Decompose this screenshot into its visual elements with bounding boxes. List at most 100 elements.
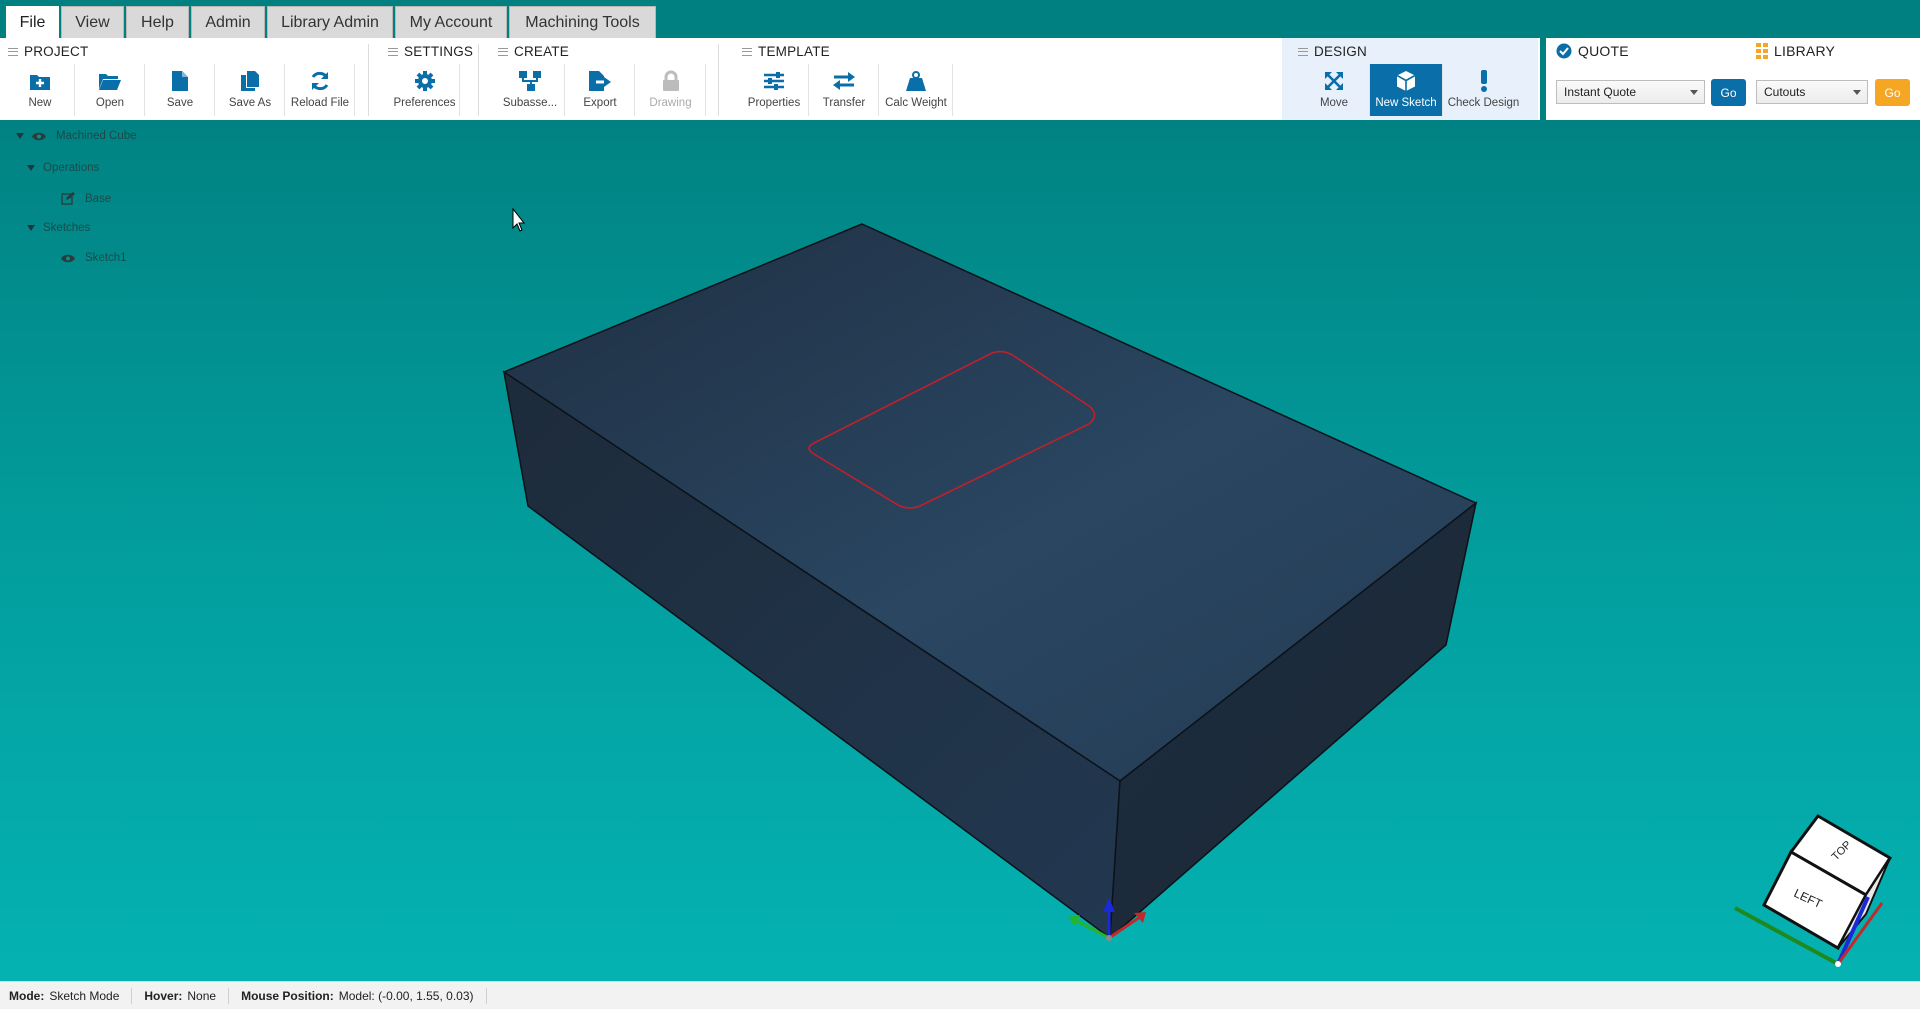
- move-label: Move: [1319, 97, 1349, 109]
- refresh-icon: [309, 70, 331, 92]
- calc-weight-button[interactable]: Calc Weight: [880, 64, 953, 116]
- status-mode: Mode: Sketch Mode: [9, 987, 133, 1004]
- menu-grip-icon[interactable]: [1298, 47, 1308, 56]
- tab-my-account[interactable]: My Account: [395, 6, 507, 38]
- tree-item-label: Operations: [43, 162, 100, 174]
- drawing-label: Drawing: [649, 97, 692, 109]
- create-title: CREATE: [514, 44, 569, 59]
- tree-item-operations[interactable]: Operations: [27, 162, 99, 174]
- tree-item-label: Sketch1: [85, 252, 127, 264]
- ribbon-toolbar: PROJECT New Open Save Save As Reload Fil…: [0, 38, 1920, 120]
- new-folder-icon: [29, 70, 51, 92]
- library-category-select[interactable]: Cutouts: [1756, 80, 1868, 104]
- preferences-button[interactable]: Preferences: [390, 64, 460, 116]
- eye-icon[interactable]: [32, 132, 46, 141]
- design-title: DESIGN: [1314, 44, 1367, 59]
- open-button[interactable]: Open: [76, 64, 145, 116]
- status-hover-value: None: [187, 988, 217, 1003]
- settings-group-title: SETTINGS: [388, 44, 473, 59]
- tree-item-sketch1[interactable]: Sketch1: [61, 252, 127, 264]
- design-group-title: DESIGN: [1298, 44, 1367, 59]
- tab-library-admin[interactable]: Library Admin: [267, 6, 393, 38]
- reload-file-button[interactable]: Reload File: [286, 64, 355, 116]
- status-mouse-position: Mouse Position: Model: (-0.00, 1.55, 0.03…: [241, 987, 487, 1004]
- status-mouse-value: Model: (-0.00, 1.55, 0.03): [338, 988, 474, 1003]
- tree-item-label: Machined Cube: [56, 130, 137, 142]
- eye-icon[interactable]: [61, 254, 75, 263]
- expand-triangle-icon[interactable]: [27, 225, 35, 231]
- view-cube[interactable]: TOP LEFT: [1734, 814, 1893, 967]
- tree-item-label: Base: [85, 192, 112, 205]
- transfer-label: Transfer: [822, 97, 866, 109]
- menu-grip-icon[interactable]: [742, 47, 752, 56]
- sliders-icon: [763, 70, 785, 92]
- open-folder-icon: [98, 70, 122, 92]
- library-group-title: LIBRARY: [1756, 43, 1835, 59]
- tab-view[interactable]: View: [61, 6, 124, 38]
- new-button[interactable]: New: [6, 64, 75, 116]
- tree-item-sketches[interactable]: Sketches: [27, 222, 90, 234]
- library-category-value: Cutouts: [1764, 85, 1806, 99]
- copy-file-icon: [240, 70, 260, 92]
- tab-admin[interactable]: Admin: [191, 6, 265, 38]
- chevron-down-icon: [1853, 90, 1861, 95]
- create-group-title: CREATE: [498, 44, 569, 59]
- status-hover-label: Hover:: [144, 988, 183, 1003]
- gear-icon: [414, 70, 436, 92]
- status-mode-value: Sketch Mode: [49, 988, 120, 1003]
- check-circle-icon: [1556, 43, 1572, 59]
- library-title: LIBRARY: [1774, 43, 1836, 59]
- quote-go-button[interactable]: Go: [1711, 79, 1746, 106]
- preferences-label: Preferences: [393, 97, 456, 109]
- export-icon: [588, 70, 612, 92]
- subassembly-label: Subasse...: [502, 97, 558, 109]
- menu-grip-icon[interactable]: [8, 47, 18, 56]
- chevron-down-icon: [1690, 90, 1698, 95]
- quote-type-value: Instant Quote: [1564, 85, 1637, 99]
- export-label: Export: [583, 97, 617, 109]
- save-as-button[interactable]: Save As: [216, 64, 285, 116]
- quote-type-select[interactable]: Instant Quote: [1556, 80, 1705, 104]
- model-scene[interactable]: TOP LEFT: [0, 120, 1920, 981]
- quote-group-title: QUOTE: [1556, 43, 1629, 59]
- tab-file[interactable]: File: [6, 6, 59, 39]
- subassembly-button[interactable]: Subasse...: [496, 64, 565, 116]
- move-button[interactable]: Move: [1299, 64, 1370, 116]
- menu-grip-icon[interactable]: [388, 47, 398, 56]
- menu-grip-icon[interactable]: [498, 47, 508, 56]
- template-group-title: TEMPLATE: [742, 44, 830, 59]
- new-sketch-button[interactable]: New Sketch: [1370, 64, 1443, 116]
- 3d-viewport[interactable]: TOP LEFT Machined Cube Operations Base S…: [0, 120, 1920, 981]
- expand-triangle-icon[interactable]: [27, 165, 35, 171]
- save-label: Save: [166, 97, 194, 109]
- file-icon: [171, 70, 189, 92]
- expand-triangle-icon[interactable]: [16, 133, 24, 139]
- transfer-button[interactable]: Transfer: [810, 64, 879, 116]
- status-mode-label: Mode:: [9, 988, 45, 1003]
- quote-title: QUOTE: [1578, 43, 1629, 59]
- tree-item-label: Sketches: [43, 222, 91, 234]
- exclamation-icon: [1480, 70, 1488, 92]
- menu-tab-bar: File View Help Admin Library Admin My Ac…: [0, 0, 1920, 39]
- ribbon-divider: [1540, 38, 1546, 120]
- tab-machining-tools[interactable]: Machining Tools: [509, 6, 656, 38]
- save-button[interactable]: Save: [146, 64, 215, 116]
- new-label: New: [28, 97, 52, 109]
- expand-arrows-icon: [1324, 70, 1344, 92]
- weight-icon: [905, 70, 927, 92]
- template-title: TEMPLATE: [758, 44, 830, 59]
- check-design-button[interactable]: Check Design: [1444, 64, 1523, 116]
- export-button[interactable]: Export: [566, 64, 635, 116]
- library-go-button[interactable]: Go: [1875, 79, 1910, 106]
- properties-button[interactable]: Properties: [740, 64, 809, 116]
- mouse-cursor-icon: [512, 207, 526, 232]
- tree-item-root[interactable]: Machined Cube: [16, 130, 137, 142]
- new-sketch-label: New Sketch: [1375, 97, 1437, 109]
- drawing-button[interactable]: Drawing: [636, 64, 706, 116]
- status-bar: Mode: Sketch Mode Hover: None Mouse Positi…: [0, 981, 1920, 1009]
- settings-title: SETTINGS: [404, 44, 474, 59]
- tree-item-base[interactable]: Base: [61, 192, 111, 205]
- group-separator: [718, 44, 719, 116]
- group-separator: [368, 44, 369, 116]
- tab-help[interactable]: Help: [126, 6, 189, 38]
